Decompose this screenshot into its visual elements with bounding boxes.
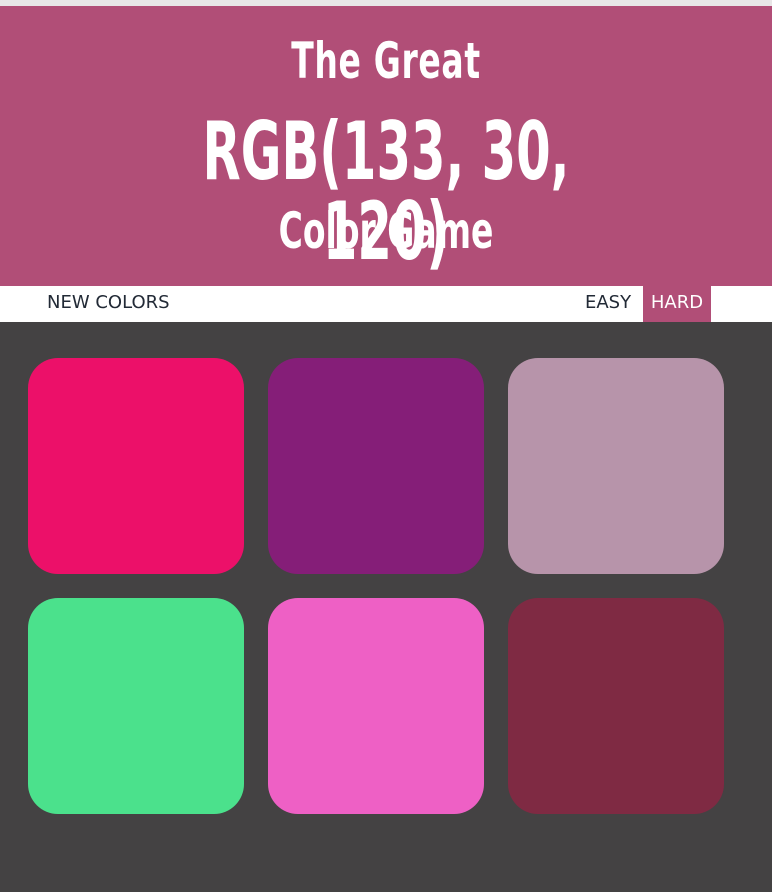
easy-mode-button[interactable]: EASY <box>585 286 631 322</box>
color-square[interactable] <box>28 598 244 814</box>
hard-mode-button[interactable]: HARD <box>643 286 711 322</box>
color-board <box>0 322 772 892</box>
title-bottom: Color Game <box>278 202 494 260</box>
title-top: The Great <box>291 32 481 90</box>
control-bar: NEW COLORS EASY HARD <box>0 286 772 322</box>
new-colors-button[interactable]: NEW COLORS <box>47 286 170 322</box>
color-square[interactable] <box>268 358 484 574</box>
game-header: The Great RGB(133, 30, 120) Color Game <box>0 6 772 286</box>
color-square[interactable] <box>268 598 484 814</box>
color-square[interactable] <box>28 358 244 574</box>
color-square[interactable] <box>508 598 724 814</box>
color-square[interactable] <box>508 358 724 574</box>
